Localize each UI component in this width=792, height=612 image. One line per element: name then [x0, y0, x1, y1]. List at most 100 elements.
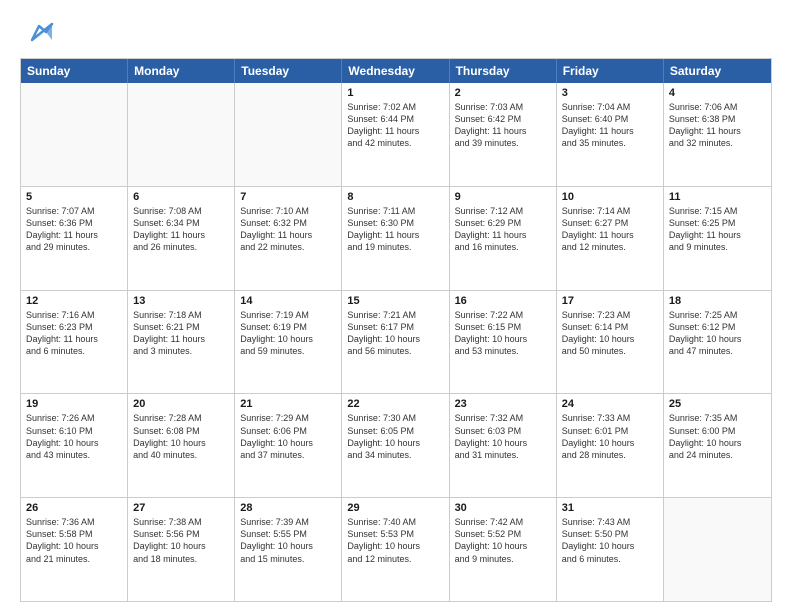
day-cell: 12 Sunrise: 7:16 AM Sunset: 6:23 PM Dayli…	[21, 291, 128, 394]
day-cell: 17 Sunrise: 7:23 AM Sunset: 6:14 PM Dayli…	[557, 291, 664, 394]
day-cell: 15 Sunrise: 7:21 AM Sunset: 6:17 PM Dayli…	[342, 291, 449, 394]
day-info: Sunrise: 7:11 AM Sunset: 6:30 PM Dayligh…	[347, 205, 443, 254]
day-info: Sunrise: 7:07 AM Sunset: 6:36 PM Dayligh…	[26, 205, 122, 254]
day-number: 11	[669, 191, 766, 203]
day-number: 9	[455, 191, 551, 203]
day-number: 16	[455, 295, 551, 307]
day-number: 10	[562, 191, 658, 203]
week-row-4: 19 Sunrise: 7:26 AM Sunset: 6:10 PM Dayli…	[21, 393, 771, 497]
day-info: Sunrise: 7:23 AM Sunset: 6:14 PM Dayligh…	[562, 309, 658, 358]
day-info: Sunrise: 7:40 AM Sunset: 5:53 PM Dayligh…	[347, 516, 443, 565]
day-number: 29	[347, 502, 443, 514]
week-row-3: 12 Sunrise: 7:16 AM Sunset: 6:23 PM Dayli…	[21, 290, 771, 394]
day-header-sunday: Sunday	[21, 59, 128, 83]
day-number: 17	[562, 295, 658, 307]
day-cell	[21, 83, 128, 186]
day-cell: 14 Sunrise: 7:19 AM Sunset: 6:19 PM Dayli…	[235, 291, 342, 394]
day-cell: 2 Sunrise: 7:03 AM Sunset: 6:42 PM Daylig…	[450, 83, 557, 186]
day-number: 13	[133, 295, 229, 307]
day-info: Sunrise: 7:39 AM Sunset: 5:55 PM Dayligh…	[240, 516, 336, 565]
day-number: 19	[26, 398, 122, 410]
day-info: Sunrise: 7:15 AM Sunset: 6:25 PM Dayligh…	[669, 205, 766, 254]
logo	[20, 18, 54, 48]
day-info: Sunrise: 7:16 AM Sunset: 6:23 PM Dayligh…	[26, 309, 122, 358]
day-cell: 20 Sunrise: 7:28 AM Sunset: 6:08 PM Dayli…	[128, 394, 235, 497]
day-number: 2	[455, 87, 551, 99]
day-cell: 11 Sunrise: 7:15 AM Sunset: 6:25 PM Dayli…	[664, 187, 771, 290]
day-cell: 6Sunrise: 7:08 AM Sunset: 6:34 PM Daylig…	[128, 187, 235, 290]
day-cell: 4Sunrise: 7:06 AM Sunset: 6:38 PM Daylig…	[664, 83, 771, 186]
day-header-wednesday: Wednesday	[342, 59, 449, 83]
day-cell: 29 Sunrise: 7:40 AM Sunset: 5:53 PM Dayli…	[342, 498, 449, 601]
day-cell: 8 Sunrise: 7:11 AM Sunset: 6:30 PM Daylig…	[342, 187, 449, 290]
day-info: Sunrise: 7:26 AM Sunset: 6:10 PM Dayligh…	[26, 412, 122, 461]
day-info: Sunrise: 7:19 AM Sunset: 6:19 PM Dayligh…	[240, 309, 336, 358]
day-cell: 22 Sunrise: 7:30 AM Sunset: 6:05 PM Dayli…	[342, 394, 449, 497]
day-info: Sunrise: 7:38 AM Sunset: 5:56 PM Dayligh…	[133, 516, 229, 565]
day-header-monday: Monday	[128, 59, 235, 83]
day-info: Sunrise: 7:12 AM Sunset: 6:29 PM Dayligh…	[455, 205, 551, 254]
day-info: Sunrise: 7:28 AM Sunset: 6:08 PM Dayligh…	[133, 412, 229, 461]
day-info: Sunrise: 7:35 AM Sunset: 6:00 PM Dayligh…	[669, 412, 766, 461]
day-header-friday: Friday	[557, 59, 664, 83]
day-info: Sunrise: 7:02 AM Sunset: 6:44 PM Dayligh…	[347, 101, 443, 150]
day-number: 31	[562, 502, 658, 514]
day-info: Sunrise: 7:14 AM Sunset: 6:27 PM Dayligh…	[562, 205, 658, 254]
day-cell: 13 Sunrise: 7:18 AM Sunset: 6:21 PM Dayli…	[128, 291, 235, 394]
day-cell	[664, 498, 771, 601]
day-info: Sunrise: 7:03 AM Sunset: 6:42 PM Dayligh…	[455, 101, 551, 150]
day-info: Sunrise: 7:18 AM Sunset: 6:21 PM Dayligh…	[133, 309, 229, 358]
day-number: 15	[347, 295, 443, 307]
day-info: Sunrise: 7:21 AM Sunset: 6:17 PM Dayligh…	[347, 309, 443, 358]
calendar: SundayMondayTuesdayWednesdayThursdayFrid…	[20, 58, 772, 602]
day-info: Sunrise: 7:42 AM Sunset: 5:52 PM Dayligh…	[455, 516, 551, 565]
day-cell: 19 Sunrise: 7:26 AM Sunset: 6:10 PM Dayli…	[21, 394, 128, 497]
day-number: 25	[669, 398, 766, 410]
day-cell: 30 Sunrise: 7:42 AM Sunset: 5:52 PM Dayli…	[450, 498, 557, 601]
day-info: Sunrise: 7:36 AM Sunset: 5:58 PM Dayligh…	[26, 516, 122, 565]
day-info: Sunrise: 7:29 AM Sunset: 6:06 PM Dayligh…	[240, 412, 336, 461]
day-number: 22	[347, 398, 443, 410]
day-number: 12	[26, 295, 122, 307]
day-header-tuesday: Tuesday	[235, 59, 342, 83]
day-cell: 26 Sunrise: 7:36 AM Sunset: 5:58 PM Dayli…	[21, 498, 128, 601]
day-info: Sunrise: 7:32 AM Sunset: 6:03 PM Dayligh…	[455, 412, 551, 461]
day-number: 23	[455, 398, 551, 410]
day-cell: 18 Sunrise: 7:25 AM Sunset: 6:12 PM Dayli…	[664, 291, 771, 394]
day-cell: 21 Sunrise: 7:29 AM Sunset: 6:06 PM Dayli…	[235, 394, 342, 497]
day-info: Sunrise: 7:30 AM Sunset: 6:05 PM Dayligh…	[347, 412, 443, 461]
day-number: 14	[240, 295, 336, 307]
day-number: 8	[347, 191, 443, 203]
day-number: 1	[347, 87, 443, 99]
day-cell: 27 Sunrise: 7:38 AM Sunset: 5:56 PM Dayli…	[128, 498, 235, 601]
day-number: 27	[133, 502, 229, 514]
weeks: 1 Sunrise: 7:02 AM Sunset: 6:44 PM Daylig…	[21, 83, 771, 601]
day-number: 18	[669, 295, 766, 307]
day-number: 20	[133, 398, 229, 410]
day-cell: 25 Sunrise: 7:35 AM Sunset: 6:00 PM Dayli…	[664, 394, 771, 497]
day-cell: 28 Sunrise: 7:39 AM Sunset: 5:55 PM Dayli…	[235, 498, 342, 601]
day-cell: 5 Sunrise: 7:07 AM Sunset: 6:36 PM Daylig…	[21, 187, 128, 290]
week-row-1: 1 Sunrise: 7:02 AM Sunset: 6:44 PM Daylig…	[21, 83, 771, 186]
logo-icon	[24, 18, 54, 48]
day-cell: 1 Sunrise: 7:02 AM Sunset: 6:44 PM Daylig…	[342, 83, 449, 186]
header	[20, 18, 772, 48]
day-info: Sunrise: 7:06 AM Sunset: 6:38 PM Dayligh…	[669, 101, 766, 150]
day-number: 28	[240, 502, 336, 514]
day-cell: 9 Sunrise: 7:12 AM Sunset: 6:29 PM Daylig…	[450, 187, 557, 290]
day-number: 26	[26, 502, 122, 514]
day-cell: 23 Sunrise: 7:32 AM Sunset: 6:03 PM Dayli…	[450, 394, 557, 497]
day-header-saturday: Saturday	[664, 59, 771, 83]
day-cell: 31 Sunrise: 7:43 AM Sunset: 5:50 PM Dayli…	[557, 498, 664, 601]
day-number: 24	[562, 398, 658, 410]
day-number: 21	[240, 398, 336, 410]
day-number: 6	[133, 191, 229, 203]
day-cell: 24Sunrise: 7:33 AM Sunset: 6:01 PM Dayli…	[557, 394, 664, 497]
day-info: Sunrise: 7:04 AM Sunset: 6:40 PM Dayligh…	[562, 101, 658, 150]
day-info: Sunrise: 7:43 AM Sunset: 5:50 PM Dayligh…	[562, 516, 658, 565]
day-number: 5	[26, 191, 122, 203]
week-row-2: 5 Sunrise: 7:07 AM Sunset: 6:36 PM Daylig…	[21, 186, 771, 290]
day-cell	[235, 83, 342, 186]
day-info: Sunrise: 7:25 AM Sunset: 6:12 PM Dayligh…	[669, 309, 766, 358]
day-number: 30	[455, 502, 551, 514]
